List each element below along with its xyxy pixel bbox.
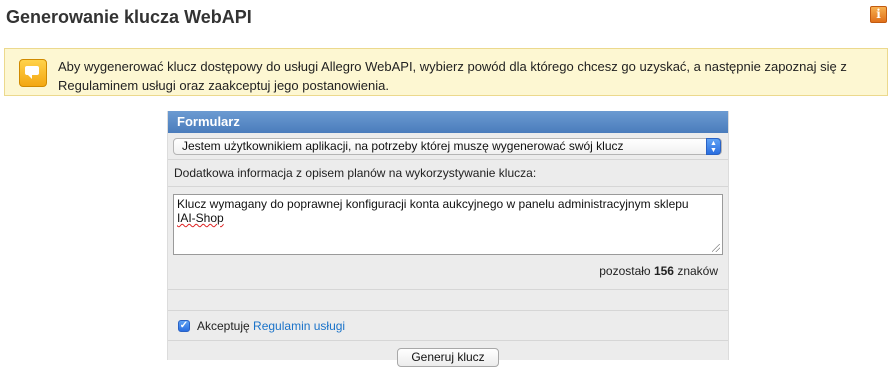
speech-bubble-icon: [19, 59, 47, 87]
accept-checkbox[interactable]: ✓: [178, 320, 190, 332]
info-icon[interactable]: i: [870, 6, 887, 23]
select-arrows-icon[interactable]: ▲ ▼: [706, 138, 721, 155]
info-label-row: Dodatkowa informacja z opisem planów na …: [168, 160, 728, 187]
accept-row: ✓ Akceptuję Regulamin usługi: [168, 310, 728, 341]
form-panel: Formularz Jestem użytkownikiem aplikacji…: [167, 111, 729, 367]
page-title: Generowanie klucza WebAPI: [6, 7, 252, 27]
counter-prefix: pozostało: [599, 264, 651, 278]
textarea-line-2: IAI-Shop: [177, 211, 224, 225]
form-header: Formularz: [168, 111, 728, 133]
notice-box: Aby wygenerować klucz dostępowy do usług…: [4, 48, 888, 96]
resize-grip-icon[interactable]: [712, 244, 720, 252]
generate-key-button[interactable]: Generuj klucz: [397, 348, 499, 367]
notice-text: Aby wygenerować klucz dostępowy do usług…: [58, 59, 847, 93]
accept-label-wrap: Akceptuję Regulamin usługi: [197, 319, 345, 333]
counter-suffix: znaków: [677, 264, 718, 278]
reason-select[interactable]: Jestem użytkownikiem aplikacji, na potrz…: [173, 138, 722, 155]
description-textarea[interactable]: Klucz wymagany do poprawnej konfiguracji…: [173, 194, 723, 255]
counter-value: 156: [653, 264, 674, 278]
info-label: Dodatkowa informacja z opisem planów na …: [174, 166, 537, 180]
reason-row: Jestem użytkownikiem aplikacji, na potrz…: [168, 133, 728, 160]
terms-link[interactable]: Regulamin usługi: [253, 319, 345, 333]
accept-label: Akceptuję: [197, 319, 250, 333]
button-row: Generuj klucz: [168, 341, 728, 371]
description-block: Klucz wymagany do poprawnej konfiguracji…: [168, 187, 728, 290]
reason-select-value: Jestem użytkownikiem aplikacji, na potrz…: [182, 139, 624, 153]
char-counter: pozostało 156 znaków: [599, 264, 718, 278]
textarea-line-1: Klucz wymagany do poprawnej konfiguracji…: [177, 197, 689, 211]
